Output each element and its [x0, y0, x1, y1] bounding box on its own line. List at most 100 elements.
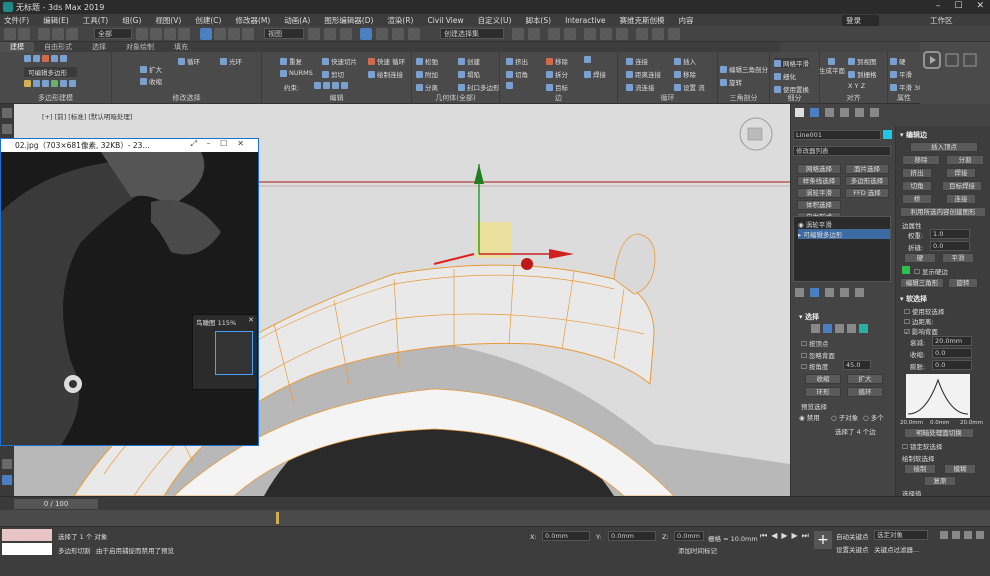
- unlink-icon[interactable]: [52, 28, 64, 40]
- image-window-buttons[interactable]: ⤢⎯☐✕: [191, 139, 254, 149]
- y-coord-field[interactable]: 0.0mm: [608, 531, 656, 541]
- hard-edge-color-swatch[interactable]: [902, 266, 910, 274]
- polygon-icon[interactable]: [847, 324, 856, 333]
- image-viewer-window[interactable]: 02.jpg（703×681像素, 32KB）- 23... ⤢⎯☐✕: [0, 138, 259, 446]
- paint-connect-button[interactable]: 绘制连接: [368, 69, 403, 79]
- tab-modeling[interactable]: 建模: [0, 42, 34, 52]
- constrain-icons[interactable]: [314, 82, 350, 89]
- axis-buttons[interactable]: X Y Z: [848, 82, 865, 90]
- smooth30-button[interactable]: 平滑 30: [890, 82, 922, 92]
- attach-button[interactable]: 附加: [416, 69, 438, 79]
- ffd-select-button[interactable]: FFD 选择: [845, 188, 889, 198]
- menu-customize[interactable]: 自定义(U): [478, 15, 512, 26]
- set-key-plus-icon[interactable]: +: [814, 531, 832, 549]
- object-color-swatch[interactable]: [883, 130, 892, 139]
- weight-field[interactable]: 1.0: [930, 229, 970, 239]
- affect-backfacing-checkbox[interactable]: ☑ 影响背面: [904, 326, 938, 336]
- menu-create[interactable]: 创建(C): [195, 15, 221, 26]
- tessellate-button[interactable]: 细化: [774, 71, 796, 81]
- z-coord-field[interactable]: 0.0mm: [674, 531, 704, 541]
- chamfer-button[interactable]: 切角: [506, 69, 528, 79]
- loop-remove-button[interactable]: 移除: [674, 69, 696, 79]
- add-time-tag[interactable]: 添加时间标记: [678, 545, 717, 555]
- extrude-button[interactable]: 挤出: [506, 56, 528, 66]
- edge-distance-checkbox[interactable]: ☐ 边距离:: [904, 316, 934, 326]
- cap-poly-button[interactable]: 封口多边形: [458, 82, 500, 92]
- close-icon[interactable]: ✕: [248, 316, 254, 324]
- scene-explorer-icon[interactable]: [548, 28, 560, 40]
- track-bar[interactable]: [0, 510, 990, 526]
- rotate-icon[interactable]: [214, 28, 226, 40]
- ignore-backfacing-checkbox[interactable]: ☐ 忽略背面: [801, 350, 835, 360]
- viewport-layout-icon[interactable]: [2, 108, 12, 118]
- spinner-snap-icon[interactable]: [408, 28, 420, 40]
- show-hard-edges-checkbox[interactable]: ☐ 显示硬边: [914, 266, 948, 276]
- time-slider-thumb[interactable]: 0 / 100: [14, 499, 98, 509]
- nurms-button[interactable]: NURMS: [280, 69, 313, 77]
- menu-scripting[interactable]: 脚本(S): [525, 15, 551, 26]
- vol-select-button[interactable]: 体积选择: [797, 200, 841, 210]
- weld-button[interactable]: 焊接: [946, 168, 976, 178]
- cut-button[interactable]: 剪切: [322, 69, 344, 79]
- tab-freeform[interactable]: 自由形式: [34, 42, 82, 52]
- target-weld-button[interactable]: 目标焊接: [942, 181, 982, 191]
- layer-explorer-icon[interactable]: [564, 28, 576, 40]
- menu-graph-editors[interactable]: 图形编辑器(D): [324, 15, 373, 26]
- ring-button[interactable]: 光环: [220, 56, 242, 66]
- extrude-button[interactable]: 挤出: [902, 168, 932, 178]
- loop-button[interactable]: 循环: [847, 387, 883, 397]
- bridge-icon[interactable]: [506, 82, 515, 89]
- quickslice-button[interactable]: 快速切片: [322, 56, 357, 66]
- pan-icon[interactable]: [964, 531, 972, 539]
- link-icon[interactable]: [38, 28, 50, 40]
- edge-tool-icon[interactable]: [584, 56, 593, 63]
- user-login[interactable]: 登录: [842, 15, 879, 26]
- angle-snap-icon[interactable]: [376, 28, 388, 40]
- turbosmooth-button[interactable]: 涡轮平滑: [797, 188, 841, 198]
- blur-button[interactable]: 模糊: [944, 464, 976, 474]
- menu-content[interactable]: 内容: [678, 15, 693, 26]
- edge-icon[interactable]: [823, 324, 832, 333]
- to-grid-button[interactable]: 到栅格: [848, 69, 877, 79]
- x-coord-field[interactable]: 0.0mm: [542, 531, 590, 541]
- time-slider[interactable]: 0 / 100: [0, 496, 990, 510]
- connect-button[interactable]: 连接: [626, 56, 648, 66]
- viewport-label[interactable]: [+] [前] [标准] [默认明暗处理]: [42, 111, 132, 121]
- to-view-button[interactable]: 到视图: [848, 56, 877, 66]
- angle-field[interactable]: 45.0: [843, 360, 871, 370]
- set-key-button[interactable]: 设置关键点: [836, 544, 869, 554]
- mirror-icon[interactable]: [512, 28, 524, 40]
- pin-stack-icon[interactable]: [795, 288, 804, 297]
- menu-file[interactable]: 文件(F): [4, 15, 29, 26]
- selection-rollout-title[interactable]: ▾ 选择: [799, 312, 819, 322]
- align-icon[interactable]: [528, 28, 540, 40]
- minimize-icon[interactable]: –: [936, 1, 941, 11]
- menu-plugin[interactable]: 赛维克斯创模: [619, 15, 664, 26]
- connect-button[interactable]: 连接: [946, 194, 976, 204]
- weld-button[interactable]: 焊接: [584, 69, 606, 79]
- paint-button[interactable]: 绘制: [904, 464, 936, 474]
- poly-select-button[interactable]: 多边形选择: [845, 176, 889, 186]
- vertex-mode-icon[interactable]: [24, 55, 69, 62]
- tab-populate[interactable]: 填充: [164, 42, 198, 52]
- split-button[interactable]: 拆分: [546, 69, 568, 79]
- bind-icon[interactable]: [66, 28, 78, 40]
- soft-selection-title[interactable]: ▾ 软选择: [900, 294, 927, 304]
- bubble-field[interactable]: 0.0: [932, 360, 972, 370]
- layout-icon[interactable]: [2, 459, 12, 469]
- modifier-list-select[interactable]: 修改器列表: [793, 146, 891, 156]
- use-soft-checkbox[interactable]: ☐ 使用软选择: [904, 306, 944, 316]
- move-icon[interactable]: [200, 28, 212, 40]
- smooth-button[interactable]: 平滑: [890, 69, 912, 79]
- by-vertex-checkbox[interactable]: ☐ 按顶点: [801, 338, 828, 348]
- remove-button[interactable]: 移除: [546, 56, 568, 66]
- pivot-icon[interactable]: [308, 28, 320, 40]
- quickloop-button[interactable]: 快速 循环: [368, 56, 405, 66]
- menu-civil-view[interactable]: Civil View: [427, 16, 463, 25]
- rotate-button[interactable]: 旋转: [948, 278, 978, 288]
- selection-filter[interactable]: 全部: [94, 28, 132, 39]
- mesh-smooth-button[interactable]: 网格平滑: [774, 58, 809, 68]
- object-name-field[interactable]: Line001: [793, 130, 881, 140]
- scale-icon[interactable]: [228, 28, 240, 40]
- menu-views[interactable]: 视图(V): [155, 15, 181, 26]
